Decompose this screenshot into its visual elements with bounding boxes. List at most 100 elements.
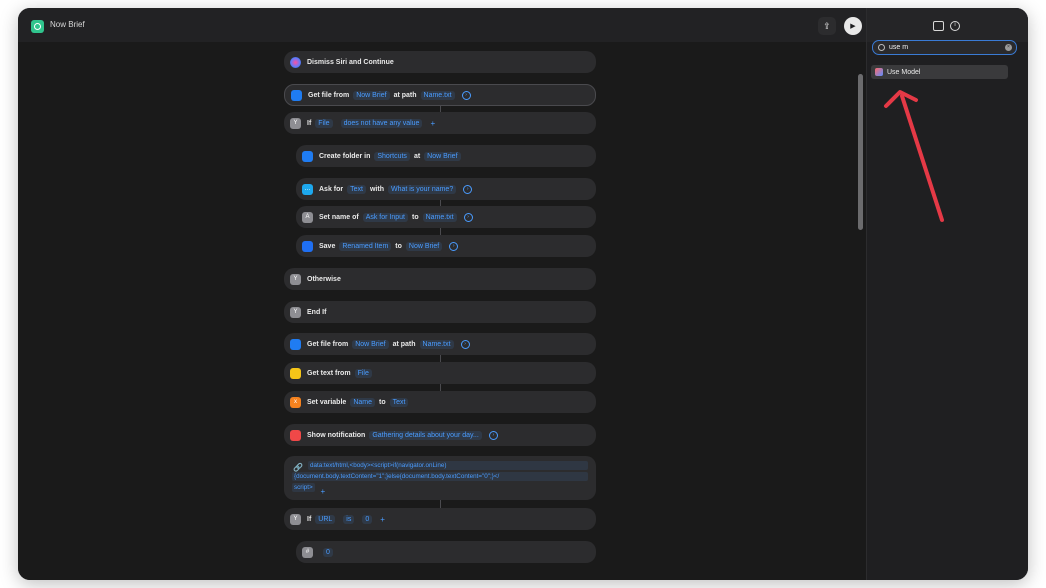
condition-token[interactable]: does not have any value — [340, 118, 423, 128]
use-model-icon — [875, 68, 883, 76]
action-url[interactable]: 🔗 data:text/html,<body><script>if(naviga… — [284, 456, 596, 500]
action-show-notification[interactable]: Show notification Gathering details abou… — [284, 424, 596, 446]
value-token[interactable]: 0 — [362, 514, 373, 524]
search-result-use-model[interactable]: Use Model — [871, 65, 1008, 79]
action-get-file[interactable]: Get file from Now Brief at path Name.txt… — [284, 84, 596, 106]
play-icon: ▶ — [850, 23, 856, 30]
action-label: at path — [393, 91, 417, 99]
value-token[interactable]: Text — [389, 397, 409, 407]
link-icon: 🔗 — [293, 463, 303, 472]
action-label: Dismiss Siri and Continue — [307, 58, 394, 66]
url-text[interactable]: data:text/html,<body><script>if(navigato… — [308, 461, 588, 470]
variable-token[interactable]: Renamed Item — [339, 241, 392, 251]
siri-icon — [290, 56, 301, 68]
add-condition-icon[interactable]: + — [380, 515, 385, 524]
number-icon: # — [302, 546, 313, 558]
action-label: to — [379, 398, 386, 406]
action-ask-for-input[interactable]: … Ask for Text with What is your name? › — [296, 178, 596, 200]
share-button[interactable]: ⇪ — [818, 17, 836, 35]
if-icon: Y — [290, 513, 301, 525]
prompt-token[interactable]: What is your name? — [387, 184, 457, 194]
action-label: at — [413, 152, 421, 160]
text-icon — [290, 367, 301, 379]
destination-token[interactable]: Now Brief — [405, 241, 443, 251]
info-icon[interactable]: i — [950, 21, 960, 31]
search-field[interactable]: × — [872, 40, 1017, 55]
notification-text-token[interactable]: Gathering details about your day... — [369, 430, 482, 440]
action-save-file[interactable]: Save Renamed Item to Now Brief › — [296, 235, 596, 257]
variable-token[interactable]: Ask for Input — [362, 212, 408, 222]
action-set-variable[interactable]: x Set variable Name to Text — [284, 391, 596, 413]
action-otherwise[interactable]: Y Otherwise — [284, 268, 596, 290]
folder-token[interactable]: Now Brief — [353, 90, 390, 100]
search-input[interactable] — [889, 44, 999, 51]
path-token[interactable]: Name.txt — [419, 339, 454, 349]
title-bar: Now Brief ⇪ ▶ — [18, 8, 866, 42]
action-label: to — [411, 213, 419, 221]
ask-input-icon: … — [302, 183, 313, 195]
if-icon: Y — [290, 273, 301, 285]
search-icon — [878, 44, 885, 51]
connector — [440, 383, 441, 391]
expand-chevron-icon[interactable]: › — [463, 184, 473, 194]
action-sidebar: i × Use Model — [866, 8, 1028, 580]
path-token[interactable]: Name.txt — [420, 90, 455, 100]
number-token[interactable]: 0 — [323, 547, 333, 557]
folder-name-token[interactable]: Now Brief — [424, 151, 461, 161]
action-label: End If — [307, 308, 327, 316]
url-text[interactable]: script> — [292, 483, 315, 492]
window-title: Now Brief — [50, 20, 85, 29]
action-label: If — [307, 515, 312, 523]
run-button[interactable]: ▶ — [844, 17, 862, 35]
canvas-scrollbar[interactable] — [858, 74, 863, 230]
action-create-folder[interactable]: Create folder in Shortcuts at Now Brief — [296, 145, 596, 167]
sidebar-toolbar: i — [867, 8, 1028, 42]
if-icon: Y — [290, 306, 301, 318]
action-label: Get text from — [307, 369, 351, 377]
action-get-text[interactable]: Get text from File — [284, 362, 596, 384]
action-get-file[interactable]: Get file from Now Brief at path Name.txt… — [284, 333, 596, 355]
expand-chevron-icon[interactable]: › — [463, 212, 473, 222]
action-label: with — [369, 185, 384, 193]
action-library-icon[interactable] — [933, 21, 944, 31]
action-set-name[interactable]: A Set name of Ask for Input to Name.txt … — [296, 206, 596, 228]
action-dismiss-siri[interactable]: Dismiss Siri and Continue — [284, 51, 596, 73]
add-condition-icon[interactable]: + — [430, 119, 435, 128]
url-text[interactable]: {document.body.textContent="1";}else{doc… — [292, 472, 588, 481]
expand-chevron-icon[interactable]: › — [488, 430, 498, 440]
folder-token[interactable]: Now Brief — [352, 339, 389, 349]
action-label: Create folder in — [319, 152, 371, 160]
variable-token[interactable]: File — [354, 368, 372, 378]
variable-token[interactable]: URL — [315, 514, 336, 524]
variable-token[interactable]: File — [315, 118, 333, 128]
if-icon: Y — [290, 117, 301, 129]
rename-icon: A — [302, 211, 313, 223]
action-if[interactable]: Y If File does not have any value + — [284, 112, 596, 134]
variable-name-token[interactable]: Name — [350, 397, 375, 407]
action-label: Save — [319, 242, 336, 250]
variable-icon: x — [290, 396, 301, 408]
action-label: Set variable — [307, 398, 347, 406]
add-icon[interactable]: + — [320, 487, 325, 496]
action-number[interactable]: # 0 — [296, 541, 596, 563]
action-if[interactable]: Y If URL is 0 + — [284, 508, 596, 530]
action-label: at path — [392, 340, 416, 348]
condition-token[interactable]: is — [343, 514, 355, 524]
shortcut-app-icon — [31, 20, 44, 33]
action-label: Get file from — [308, 91, 350, 99]
location-token[interactable]: Shortcuts — [374, 151, 410, 161]
share-icon: ⇪ — [823, 20, 831, 31]
expand-chevron-icon[interactable]: › — [449, 241, 459, 251]
type-token[interactable]: Text — [347, 184, 366, 194]
expand-chevron-icon[interactable]: › — [461, 90, 471, 100]
expand-chevron-icon[interactable]: › — [460, 339, 470, 349]
notification-icon — [290, 429, 301, 441]
action-label: Ask for — [319, 185, 344, 193]
action-end-if[interactable]: Y End If — [284, 301, 596, 323]
name-token[interactable]: Name.txt — [422, 212, 457, 222]
search-result-label: Use Model — [887, 68, 921, 76]
clear-search-icon[interactable]: × — [1005, 44, 1012, 51]
connector — [440, 500, 441, 508]
action-label: Get file from — [307, 340, 349, 348]
action-label: to — [395, 242, 402, 250]
